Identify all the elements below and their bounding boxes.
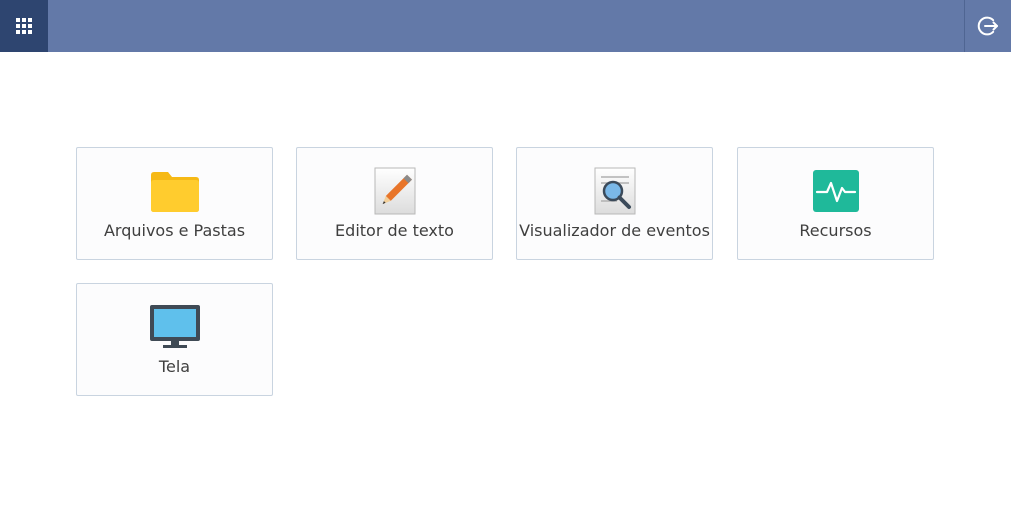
top-bar [0,0,1011,52]
app-tile-label: Recursos [799,221,872,240]
app-tile-tela[interactable]: Tela [76,283,273,396]
app-tile-label: Arquivos e Pastas [103,221,246,240]
apps-grid-icon [16,18,32,34]
app-tile-arquivos-e-pastas[interactable]: Arquivos e Pastas [76,147,273,260]
folder-icon [149,168,201,214]
app-tile-editor-de-texto[interactable]: Editor de texto [296,147,493,260]
app-tile-recursos[interactable]: Recursos [737,147,934,260]
resources-icon [810,168,862,214]
text-editor-icon [369,167,421,215]
app-tile-visualizador-de-eventos[interactable]: Visualizador de eventos [516,147,713,260]
apps-menu-button[interactable] [0,0,48,52]
app-tile-label: Visualizador de eventos [519,221,710,240]
logout-icon [977,16,998,36]
event-viewer-icon [589,167,641,215]
logout-button[interactable] [964,0,1011,52]
app-tile-label: Editor de texto [335,221,454,240]
monitor-icon [149,304,201,350]
app-tile-label: Tela [158,357,191,376]
